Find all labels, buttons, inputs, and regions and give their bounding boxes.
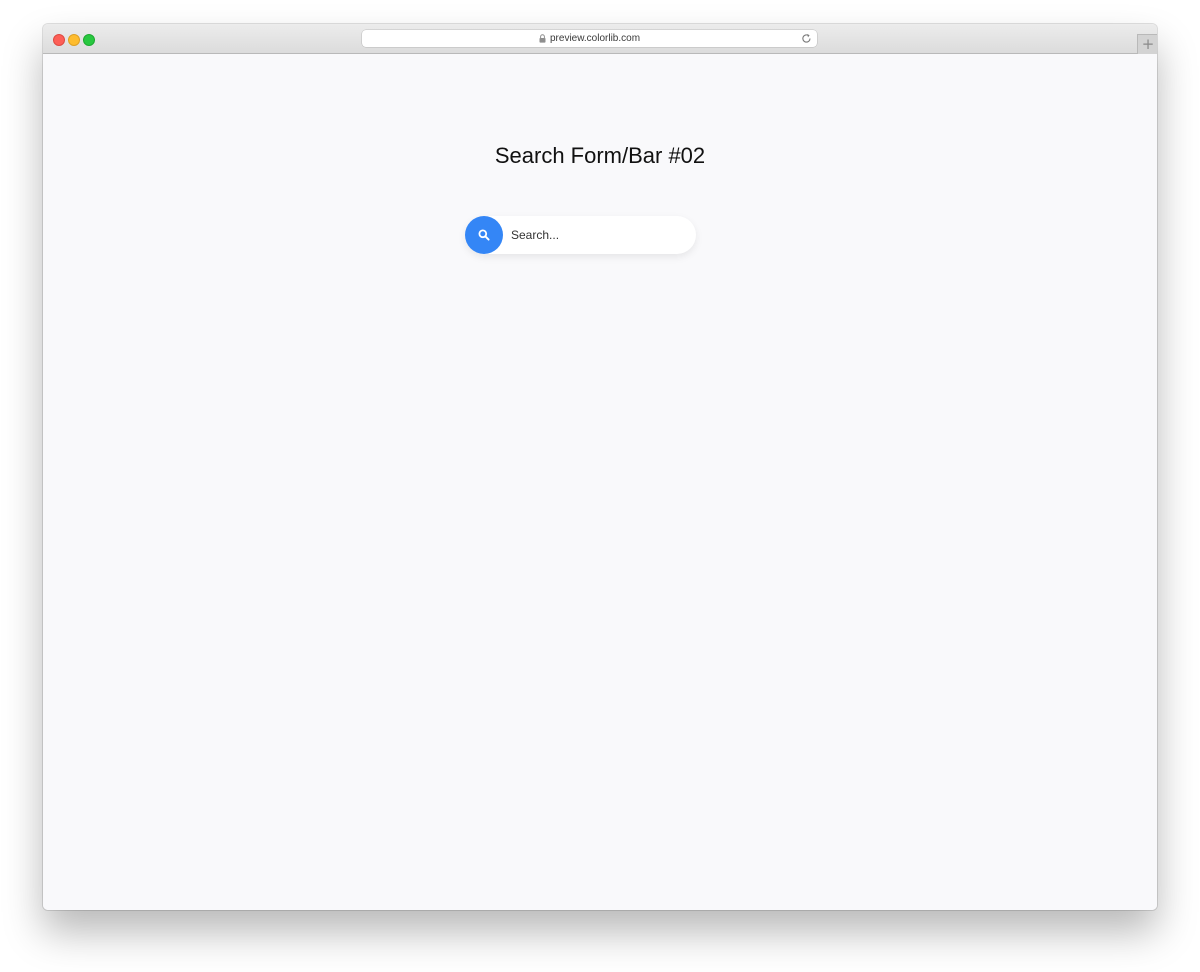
page-viewport: Search Form/Bar #02 xyxy=(43,54,1157,910)
lock-icon xyxy=(539,34,546,43)
minimize-window-button[interactable] xyxy=(68,34,80,46)
search-form xyxy=(465,216,696,254)
maximize-window-button[interactable] xyxy=(83,34,95,46)
search-input[interactable] xyxy=(511,225,686,245)
browser-titlebar: preview.colorlib.com + xyxy=(43,24,1157,54)
address-bar[interactable]: preview.colorlib.com xyxy=(362,30,817,47)
reload-icon[interactable] xyxy=(801,33,812,44)
new-tab-button[interactable]: + xyxy=(1137,34,1157,54)
close-window-button[interactable] xyxy=(53,34,65,46)
url-text: preview.colorlib.com xyxy=(550,33,641,44)
search-icon xyxy=(478,229,490,241)
page-title: Search Form/Bar #02 xyxy=(494,143,706,168)
browser-window: preview.colorlib.com + Search Form/Bar #… xyxy=(43,24,1157,910)
search-button[interactable] xyxy=(465,216,503,254)
